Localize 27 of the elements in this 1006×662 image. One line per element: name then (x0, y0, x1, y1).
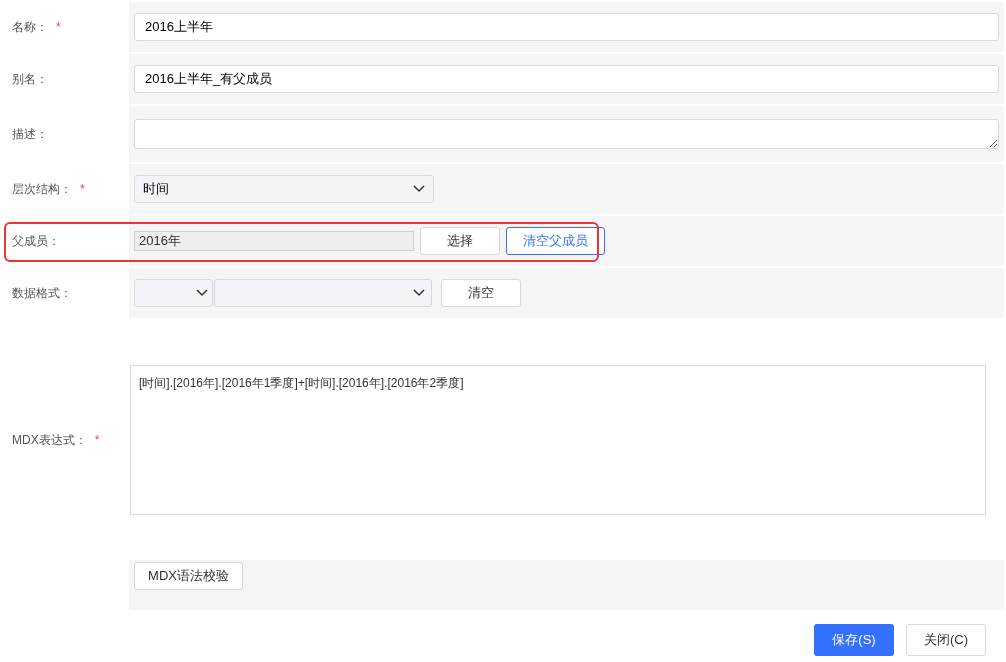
field-label: MDX表达式： (12, 432, 87, 449)
chevron-down-icon (413, 289, 425, 297)
mdx-expression-field[interactable]: [时间].[2016年].[2016年1季度]+[时间].[2016年].[2016年2季度] (130, 365, 986, 515)
close-button[interactable]: 关闭(C) (906, 624, 986, 656)
text-field[interactable]: 2016上半年_有父成员 (134, 65, 999, 93)
field-label: 描述： (12, 126, 48, 143)
format-select[interactable] (214, 279, 432, 307)
chevron-down-icon (196, 289, 208, 297)
required-asterisk: * (94, 432, 100, 449)
parent-member-field[interactable]: 2016年 (134, 231, 414, 251)
description-field[interactable] (134, 119, 999, 149)
required-asterisk: * (80, 181, 85, 198)
save-button[interactable]: 保存(S) (814, 624, 894, 656)
text-field[interactable]: 2016上半年 (134, 13, 999, 41)
format-select[interactable] (134, 279, 213, 307)
field-label: 数据格式： (12, 285, 72, 302)
select-button[interactable]: 选择 (420, 227, 500, 255)
field-label: 名称： (12, 19, 48, 36)
required-asterisk: * (56, 19, 61, 36)
hierarchy-select[interactable]: 时间 (134, 175, 434, 203)
clear-parent-button[interactable]: 清空父成员 (506, 227, 605, 255)
field-label: 父成员： (12, 233, 60, 250)
clear-button[interactable]: 清空 (441, 279, 521, 307)
mdx-check-button[interactable]: MDX语法校验 (134, 562, 243, 590)
field-label: 层次结构： (12, 181, 72, 198)
chevron-down-icon (413, 185, 425, 193)
field-label: 别名： (12, 71, 48, 88)
